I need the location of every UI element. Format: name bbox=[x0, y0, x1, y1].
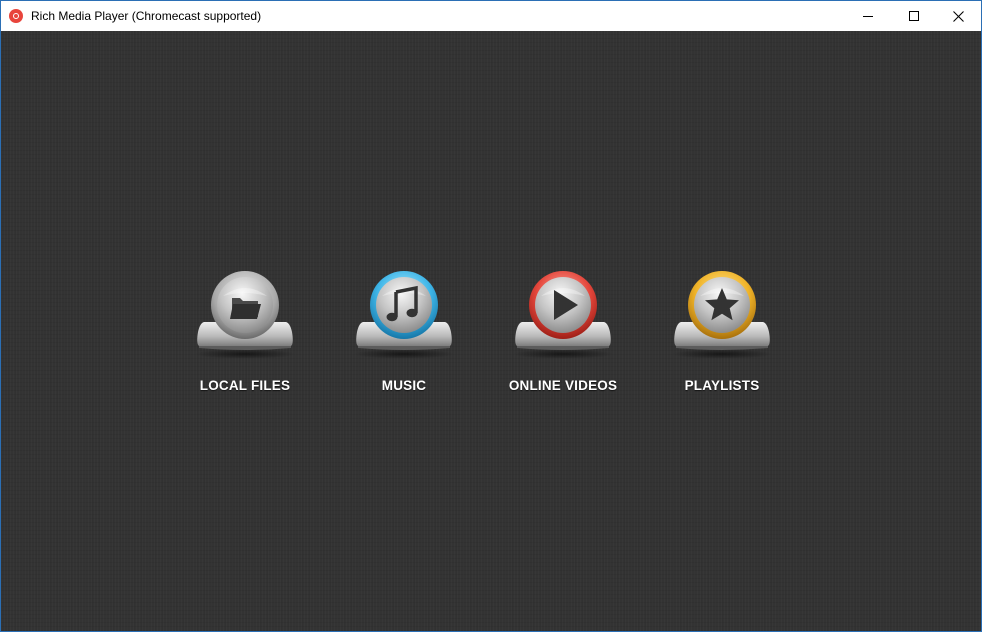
online-videos-label: ONLINE VIDEOS bbox=[508, 378, 618, 393]
maximize-button[interactable] bbox=[891, 1, 937, 31]
close-icon bbox=[952, 10, 964, 22]
playlists-label: PLAYLISTS bbox=[684, 378, 760, 393]
title-bar[interactable]: Rich Media Player (Chromecast supported) bbox=[1, 1, 981, 31]
main-menu-area: LOCAL FILES MUSIC ONLINE VIDEOS PLAYLIST… bbox=[1, 31, 981, 631]
app-window: Rich Media Player (Chromecast supported) bbox=[0, 0, 982, 632]
star-icon bbox=[672, 271, 772, 358]
app-logo-icon bbox=[9, 9, 23, 23]
folder-icon bbox=[195, 271, 295, 358]
maximize-icon bbox=[909, 11, 919, 21]
playlists-tile[interactable]: PLAYLISTS bbox=[657, 268, 787, 408]
minimize-button[interactable] bbox=[845, 1, 891, 31]
minimize-icon bbox=[863, 16, 873, 17]
local-files-label: LOCAL FILES bbox=[199, 378, 291, 393]
music-label: MUSIC bbox=[381, 378, 427, 393]
window-title: Rich Media Player (Chromecast supported) bbox=[31, 9, 262, 23]
close-button[interactable] bbox=[935, 1, 981, 31]
play-icon bbox=[513, 271, 613, 358]
music-note-icon bbox=[354, 271, 454, 358]
local-files-tile[interactable]: LOCAL FILES bbox=[180, 268, 310, 408]
music-tile[interactable]: MUSIC bbox=[339, 268, 469, 408]
online-videos-tile[interactable]: ONLINE VIDEOS bbox=[498, 268, 628, 408]
